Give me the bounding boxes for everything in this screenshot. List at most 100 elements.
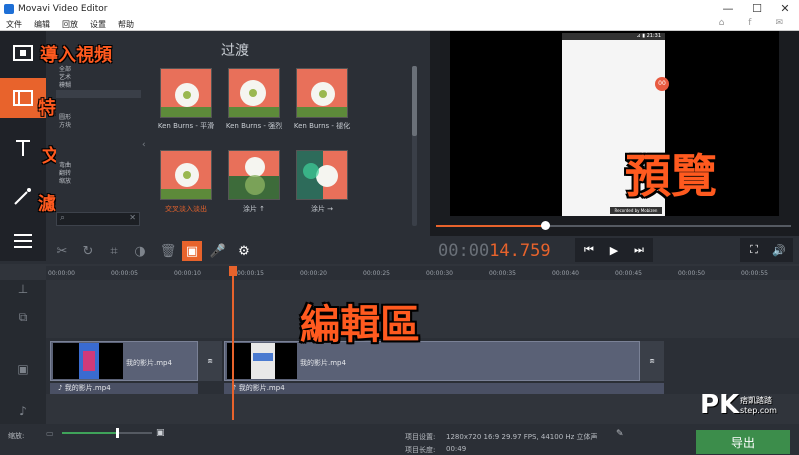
volume-button[interactable]: 🔊 (765, 238, 793, 262)
overlay-track-icon[interactable]: ⧉ (14, 310, 32, 325)
delete-button[interactable]: 🗑 (158, 241, 178, 261)
menu-file[interactable]: 文件 (6, 19, 22, 30)
seekbar-handle[interactable] (541, 221, 550, 230)
category-item[interactable] (56, 154, 141, 162)
gallery-scrollbar[interactable] (412, 66, 417, 226)
clear-icon[interactable]: ✕ (129, 213, 136, 222)
transition-marker[interactable]: ⧈ (640, 341, 664, 381)
menu-edit[interactable]: 编辑 (34, 19, 50, 30)
transition-thumbnail[interactable] (160, 68, 212, 118)
ruler-tick: 00:00:05 (111, 270, 138, 277)
category-item[interactable] (56, 90, 141, 98)
category-item[interactable]: 方块 (56, 122, 141, 130)
edit-pencil-icon[interactable]: ✎ (616, 429, 624, 439)
video-track-icon[interactable]: ▣ (14, 362, 32, 376)
watermark-logo: PK (700, 390, 740, 420)
video-clip[interactable] (224, 341, 640, 381)
close-button[interactable]: ✕ (771, 0, 799, 18)
zoom-in-icon[interactable]: ▣ (156, 428, 165, 438)
category-item[interactable]: 全部 (56, 66, 141, 74)
preview-overlay-label: 預覽 (625, 149, 717, 203)
image-icon: ▣ (185, 243, 199, 259)
minimize-button[interactable]: — (714, 0, 742, 18)
category-item[interactable] (56, 130, 141, 138)
next-frame-button[interactable]: ⏭ (625, 238, 653, 262)
category-item[interactable]: 圆形 (56, 114, 141, 122)
zoom-out-icon[interactable]: ▭ (46, 429, 54, 438)
record-audio-button[interactable]: 🎤 (208, 241, 228, 261)
settings-button[interactable]: ⚙ (234, 241, 254, 261)
menu-help[interactable]: 帮助 (118, 19, 134, 30)
timecode: 00:0014.759 (438, 241, 551, 261)
text-tool-button[interactable] (0, 128, 46, 168)
flower-thumbnail-image (229, 69, 279, 117)
play-button[interactable]: ▶ (600, 238, 628, 262)
scrollbar-thumb[interactable] (412, 66, 417, 136)
clip-name: 我的影片.mp4 (300, 359, 346, 367)
transition-label: 涂片 ↑ (242, 205, 266, 213)
vk-icon[interactable]: ✉ (775, 18, 783, 28)
audio-clip-name: 我的影片.mp4 (238, 384, 285, 392)
import-overlay-label: 導入視頻 (40, 45, 112, 66)
video-clip[interactable] (50, 341, 198, 381)
track-handle-icon[interactable]: ⊥ (14, 282, 32, 296)
audio-clip[interactable]: ♪ 我的影片.mp4 (50, 383, 198, 394)
flower-thumbnail-image (297, 151, 347, 199)
project-settings-label: 项目设置: (405, 433, 436, 441)
category-item[interactable] (56, 146, 141, 154)
color-adjust-button[interactable]: ◑ (130, 241, 150, 261)
clip-thumbnail (53, 343, 123, 379)
transition-thumbnail[interactable] (160, 150, 212, 200)
skip-forward-icon: ⏭ (634, 243, 644, 256)
title-bar: Movavi Video Editor — ☐ ✕ (0, 0, 799, 18)
search-icon: ⌕ (60, 213, 66, 223)
transition-thumbnail[interactable] (228, 68, 280, 118)
rotate-button[interactable]: ↻ (78, 241, 98, 261)
watermark-text: 痞凱踏踏 step.com (740, 396, 777, 416)
collapse-panel-icon[interactable]: ‹ (142, 140, 146, 150)
category-list: 全部 艺术 糢糊 圆形 方块 弯曲 翻转 缩放 (56, 66, 141, 226)
fullscreen-icon: ⛶ (750, 243, 758, 256)
category-item[interactable] (56, 138, 141, 146)
more-tools-button[interactable] (0, 221, 46, 261)
app-icon (4, 4, 14, 14)
clip-thumbnail (227, 343, 297, 379)
transition-thumbnail[interactable] (296, 68, 348, 118)
audio-clip-name: 我的影片.mp4 (64, 384, 111, 392)
trash-icon: 🗑 (159, 243, 177, 259)
gear-icon: ⚙ (238, 243, 250, 259)
image-button[interactable]: ▣ (182, 241, 202, 261)
audio-track-icon[interactable]: ♪ (14, 404, 32, 418)
cut-button[interactable]: ✂ (52, 241, 72, 261)
share-icon[interactable]: ⌂ (719, 18, 725, 28)
facebook-icon[interactable]: f (748, 18, 751, 28)
category-item[interactable]: 艺术 (56, 74, 141, 82)
category-item[interactable] (56, 106, 141, 114)
previous-frame-button[interactable]: ⏮ (575, 238, 603, 262)
audio-clip[interactable]: ♪ 我的影片.mp4 (224, 383, 664, 394)
menu-settings[interactable]: 设置 (90, 19, 106, 30)
search-input[interactable]: ⌕ ✕ (56, 212, 140, 226)
menu-playback[interactable]: 回放 (62, 19, 78, 30)
category-item[interactable] (56, 98, 141, 106)
category-item[interactable]: 缩放 (56, 178, 141, 186)
category-item[interactable]: 弯曲 (56, 162, 141, 170)
export-button[interactable]: 导出 (696, 430, 790, 454)
category-item[interactable]: 翻转 (56, 170, 141, 178)
transition-icon: ⧈ (207, 356, 213, 365)
transition-thumbnail[interactable] (228, 150, 280, 200)
timeline-ruler[interactable]: 00:00:00 00:00:05 00:00:10 00:00:15 00:0… (46, 266, 799, 280)
maximize-button[interactable]: ☐ (743, 0, 771, 18)
zoom-slider-handle[interactable] (116, 428, 119, 438)
playhead-handle[interactable] (229, 266, 237, 276)
transition-marker[interactable]: ⧈ (198, 341, 222, 381)
category-item[interactable]: 糢糊 (56, 82, 141, 90)
project-settings-value: 1280x720 16:9 29.97 FPS, 44100 Hz 立体声 (446, 433, 598, 441)
ruler-tick: 00:00:15 (237, 270, 264, 277)
zoom-slider-fill (62, 432, 118, 434)
transition-thumbnail[interactable] (296, 150, 348, 200)
ruler-tick: 00:00:10 (174, 270, 201, 277)
fullscreen-button[interactable]: ⛶ (740, 238, 768, 262)
playhead[interactable] (232, 268, 234, 420)
crop-button[interactable]: ⌗ (104, 241, 124, 261)
